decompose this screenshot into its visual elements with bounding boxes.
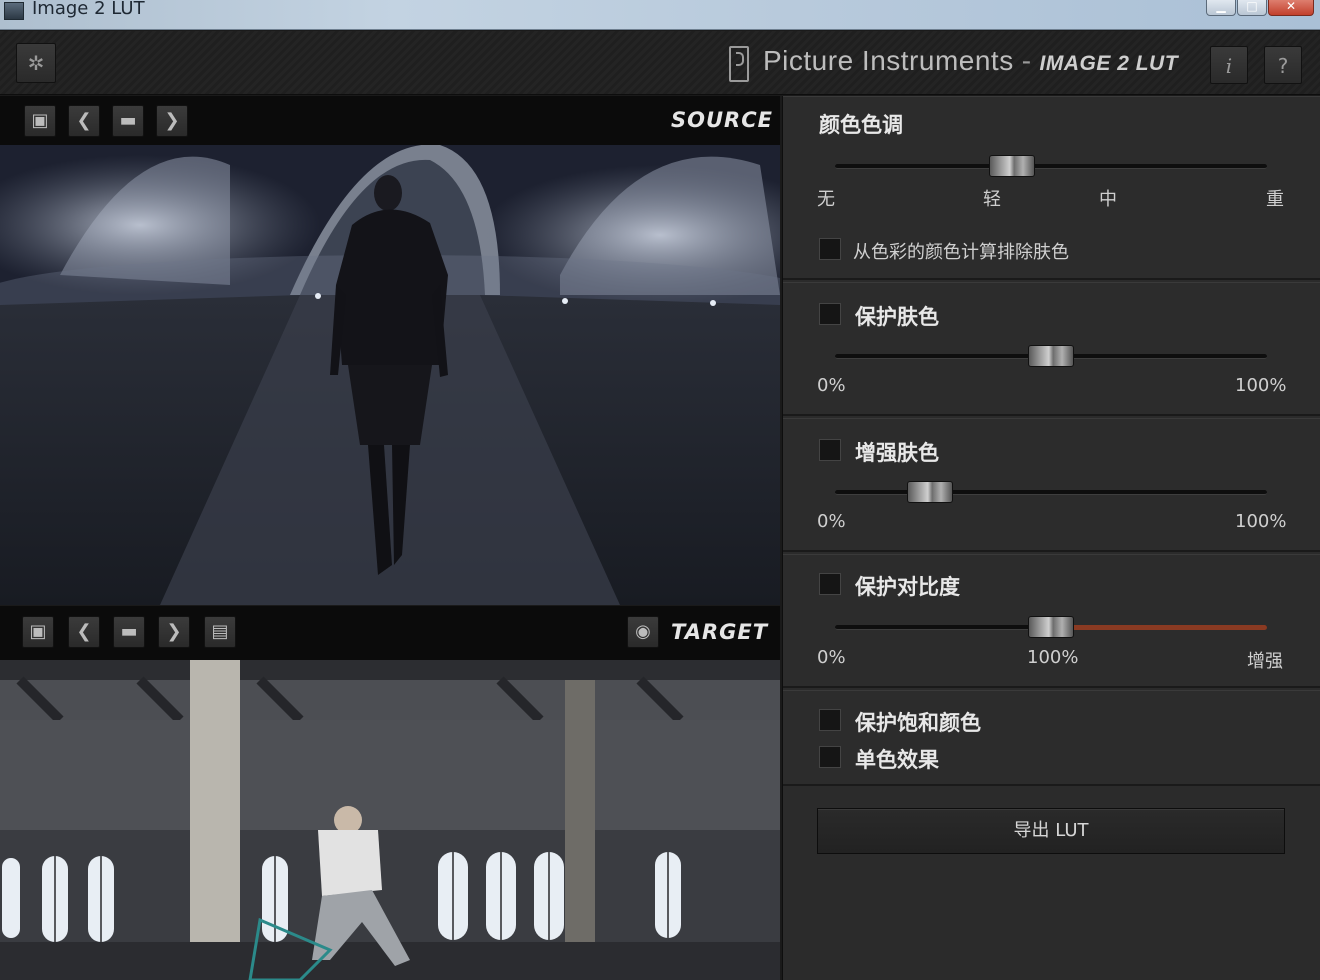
target-save-button[interactable]: ▤ [204, 616, 236, 648]
enhance-skin-max: 100% [1235, 511, 1287, 532]
settings-panel: 颜色色调 无 轻 中 重 从色彩的颜色计算排除肤色 保护肤色 0% 100% 增… [782, 96, 1320, 980]
enhance-skin-checkbox[interactable] [819, 439, 841, 461]
enhance-skin-title: 增强肤色 [855, 441, 939, 465]
save-icon: ▤ [211, 621, 229, 642]
maximize-button[interactable]: □ [1237, 0, 1267, 16]
help-icon: ? [1277, 54, 1289, 78]
minimize-icon: ▁ [1216, 0, 1226, 13]
color-tone-tick-none: 无 [817, 189, 835, 210]
protect-skin-min: 0% [817, 375, 846, 396]
prev-icon: ❮ [76, 621, 92, 642]
color-tone-track[interactable] [835, 164, 1267, 169]
minimize-button[interactable]: ▁ [1206, 0, 1236, 16]
color-tone-tick-heavy: 重 [1266, 189, 1284, 210]
app-header: ✲ Picture Instruments - IMAGE 2 LUT i ? [0, 31, 1320, 95]
source-label: SOURCE [671, 108, 773, 132]
close-button[interactable]: ✕ [1268, 0, 1314, 16]
color-tone-slider[interactable] [989, 155, 1036, 177]
target-image-art [0, 660, 780, 980]
info-button[interactable]: i [1210, 46, 1248, 84]
protect-contrast-section: 保护对比度 0% 100% 增强 [783, 554, 1320, 688]
enhance-skin-slider[interactable] [907, 481, 954, 503]
folder-icon: ▬ [120, 621, 138, 642]
target-reset-button[interactable]: ▣ [22, 616, 54, 648]
maximize-icon: □ [1246, 0, 1258, 13]
contrast-boost-range [1071, 625, 1267, 630]
protect-skin-max: 100% [1235, 375, 1287, 396]
export-lut-button[interactable]: 导出 LUT [817, 808, 1285, 854]
protect-contrast-mid: 100% [1027, 647, 1079, 668]
target-image[interactable] [0, 660, 780, 980]
source-image[interactable] [0, 145, 780, 605]
protect-skin-title: 保护肤色 [855, 305, 939, 329]
reset-icon: ▣ [29, 621, 47, 642]
eye-icon: ◉ [635, 621, 651, 642]
window-controls: ▁ □ ✕ [1205, 0, 1314, 16]
saturation-mono-section: 保护饱和颜色 单色效果 [783, 690, 1320, 786]
prev-icon: ❮ [76, 110, 92, 131]
source-open-button[interactable]: ▬ [112, 105, 144, 137]
monochrome-checkbox[interactable] [819, 746, 841, 768]
app-icon [4, 2, 24, 20]
color-tone-tick-light: 轻 [983, 189, 1001, 210]
target-next-button[interactable]: ❯ [158, 616, 190, 648]
next-icon: ❯ [164, 110, 180, 131]
source-next-button[interactable]: ❯ [156, 105, 188, 137]
window-title: Image 2 LUT [32, 0, 145, 19]
gear-icon: ✲ [27, 51, 45, 75]
enhance-skin-min: 0% [817, 511, 846, 532]
source-prev-button[interactable]: ❮ [68, 105, 100, 137]
color-tone-tick-medium: 中 [1099, 189, 1117, 210]
protect-contrast-max: 增强 [1247, 651, 1283, 672]
folder-icon: ▬ [119, 110, 137, 131]
target-label: TARGET [671, 620, 769, 644]
target-prev-button[interactable]: ❮ [68, 616, 100, 648]
protect-contrast-title: 保护对比度 [855, 575, 960, 599]
monochrome-title: 单色效果 [855, 748, 939, 772]
brand-title: Picture Instruments - IMAGE 2 LUT [763, 45, 1178, 77]
protect-contrast-min: 0% [817, 647, 846, 668]
target-toolbar: ▣ ❮ ▬ ❯ ▤ ◉ TARGET [0, 606, 780, 660]
protect-contrast-slider[interactable] [1028, 616, 1074, 638]
close-icon: ✕ [1285, 0, 1297, 13]
color-tone-title: 颜色色调 [819, 113, 903, 137]
source-image-art [0, 145, 780, 605]
settings-button[interactable]: ✲ [16, 43, 56, 83]
brand-separator: - [1021, 45, 1032, 76]
protect-saturation-checkbox[interactable] [819, 709, 841, 731]
enhance-skin-section: 增强肤色 0% 100% [783, 418, 1320, 552]
help-button[interactable]: ? [1264, 46, 1302, 84]
target-open-button[interactable]: ▬ [113, 616, 145, 648]
protect-skin-section: 保护肤色 0% 100% [783, 282, 1320, 416]
enhance-skin-track[interactable] [835, 490, 1267, 495]
protect-contrast-checkbox[interactable] [819, 573, 841, 595]
info-icon: i [1225, 54, 1233, 78]
reset-icon: ▣ [31, 110, 49, 131]
source-reset-button[interactable]: ▣ [24, 105, 56, 137]
window-titlebar: Image 2 LUT ▁ □ ✕ [0, 0, 1320, 30]
exclude-skin-checkbox[interactable] [819, 238, 841, 260]
protect-skin-slider[interactable] [1028, 345, 1074, 367]
next-icon: ❯ [166, 621, 182, 642]
target-preview-toggle[interactable]: ◉ [627, 616, 659, 648]
color-tone-section: 颜色色调 无 轻 中 重 从色彩的颜色计算排除肤色 [783, 96, 1320, 280]
brand-logo-icon [729, 46, 749, 82]
protect-skin-checkbox[interactable] [819, 303, 841, 325]
brand-name: Picture Instruments [763, 45, 1014, 76]
source-toolbar: ▣ ❮ ▬ ❯ SOURCE [0, 96, 780, 146]
protect-saturation-title: 保护饱和颜色 [855, 711, 981, 735]
product-name: IMAGE 2 LUT [1039, 52, 1179, 75]
exclude-skin-label: 从色彩的颜色计算排除肤色 [853, 242, 1069, 263]
